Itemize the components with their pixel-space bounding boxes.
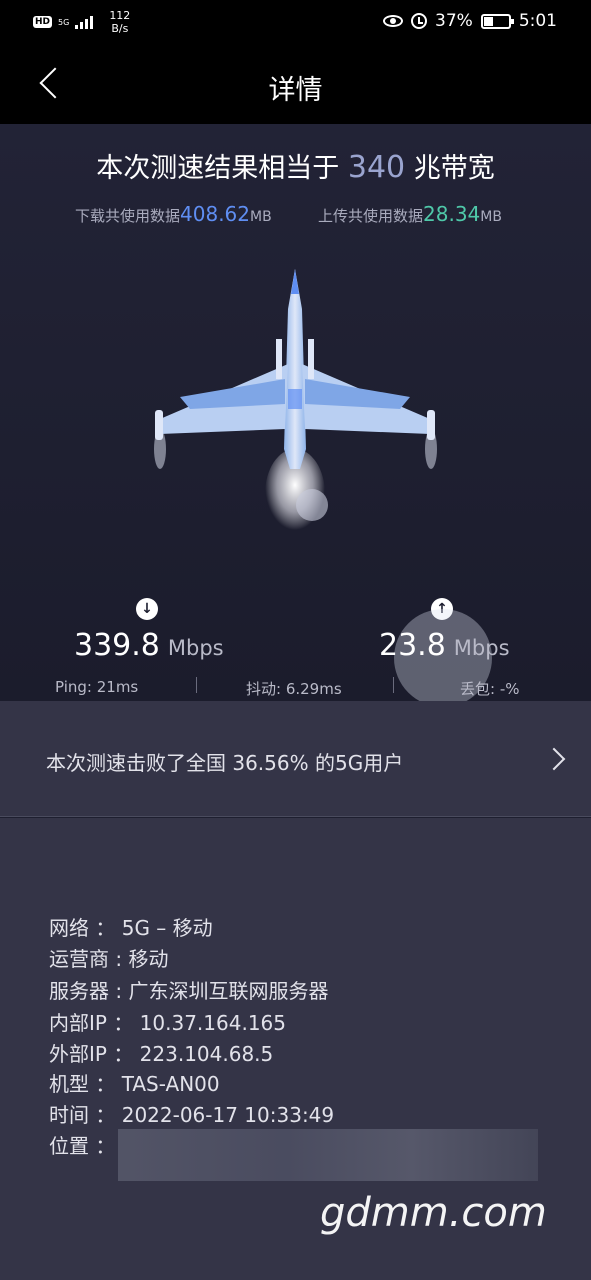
network-speed-value: 112 [109,9,131,22]
page-title: 详情 [268,75,323,106]
packet-loss-metric: 丢包: -% [460,680,520,698]
jet-illustration [154,269,437,539]
network-speed-unit: B/s [111,22,129,35]
result-panel: 本次测速结果相当于 340 兆带宽 下载共使用数据408.62MB 上传共使用数… [0,124,591,707]
info-network: 网络 ： 5G – 移动 [49,916,213,940]
download-speed-value: 339.8 [74,628,160,663]
alarm-icon [411,13,428,29]
status-right: 37% 5:01 [383,11,557,31]
info-external-ip: 外部IP ： 223.104.68.5 [49,1042,274,1066]
signal-icon [75,15,94,29]
status-left: HD 5G 112 B/s [33,9,130,35]
divider [393,677,394,693]
headline-suffix: 兆带宽 [405,153,495,184]
upload-data-used: 上传共使用数据28.34MB [318,202,502,226]
upload-data-label: 上传共使用数据 [318,207,424,225]
upload-data-unit: MB [480,209,502,225]
status-bar: HD 5G 112 B/s 37% 5:01 [0,0,591,44]
result-headline: 本次测速结果相当于 340 兆带宽 [0,146,591,185]
network-speed: 112 B/s [109,9,130,35]
network-type: 5G [58,17,70,27]
rank-row[interactable]: 本次测速击败了全国 36.56% 的5G用户 [0,701,591,817]
upload-speed-value: 23.8 [379,628,446,663]
info-location-label: 位置 ： [49,1134,116,1158]
jitter-metric: 抖动: 6.29ms [246,680,342,698]
upload-speed: 23.8 Mbps [379,628,510,663]
divider [196,677,197,693]
chevron-right-icon[interactable] [542,747,566,771]
bandwidth-value: 340 [347,150,406,185]
headline-prefix: 本次测速结果相当于 [96,153,348,184]
download-data-unit: MB [250,209,272,225]
upload-data-value: 28.34 [423,202,481,226]
watermark: gdmm.com [320,1190,547,1236]
header: 详情 [0,44,591,124]
hd-badge: HD [33,16,53,28]
info-internal-ip: 内部IP ： 10.37.164.165 [49,1011,286,1035]
download-arrow-icon: ↓ [136,598,158,620]
info-model: 机型 ： TAS-AN00 [49,1072,220,1096]
download-data-label: 下载共使用数据 [75,207,181,225]
redacted-location [118,1129,538,1181]
download-data-value: 408.62 [180,202,250,226]
ping-metric: Ping: 21ms [55,678,139,696]
download-data-used: 下载共使用数据408.62MB [75,202,272,226]
info-server: 服务器 : 广东深圳互联网服务器 [49,979,329,1003]
info-time: 时间 ： 2022-06-17 10:33:49 [49,1103,335,1127]
download-speed: 339.8 Mbps [74,628,224,663]
upload-speed-unit: Mbps [453,636,510,660]
eye-icon [383,15,404,27]
download-speed-unit: Mbps [167,636,224,660]
clock: 5:01 [518,11,557,31]
battery-percent: 37% [435,11,473,31]
info-panel: 网络 ： 5G – 移动 运营商 : 移动 服务器 : 广东深圳互联网服务器 内… [0,818,591,1280]
rank-text: 本次测速击败了全国 36.56% 的5G用户 [46,751,404,775]
info-carrier: 运营商 : 移动 [49,947,169,971]
battery-icon [480,13,514,29]
